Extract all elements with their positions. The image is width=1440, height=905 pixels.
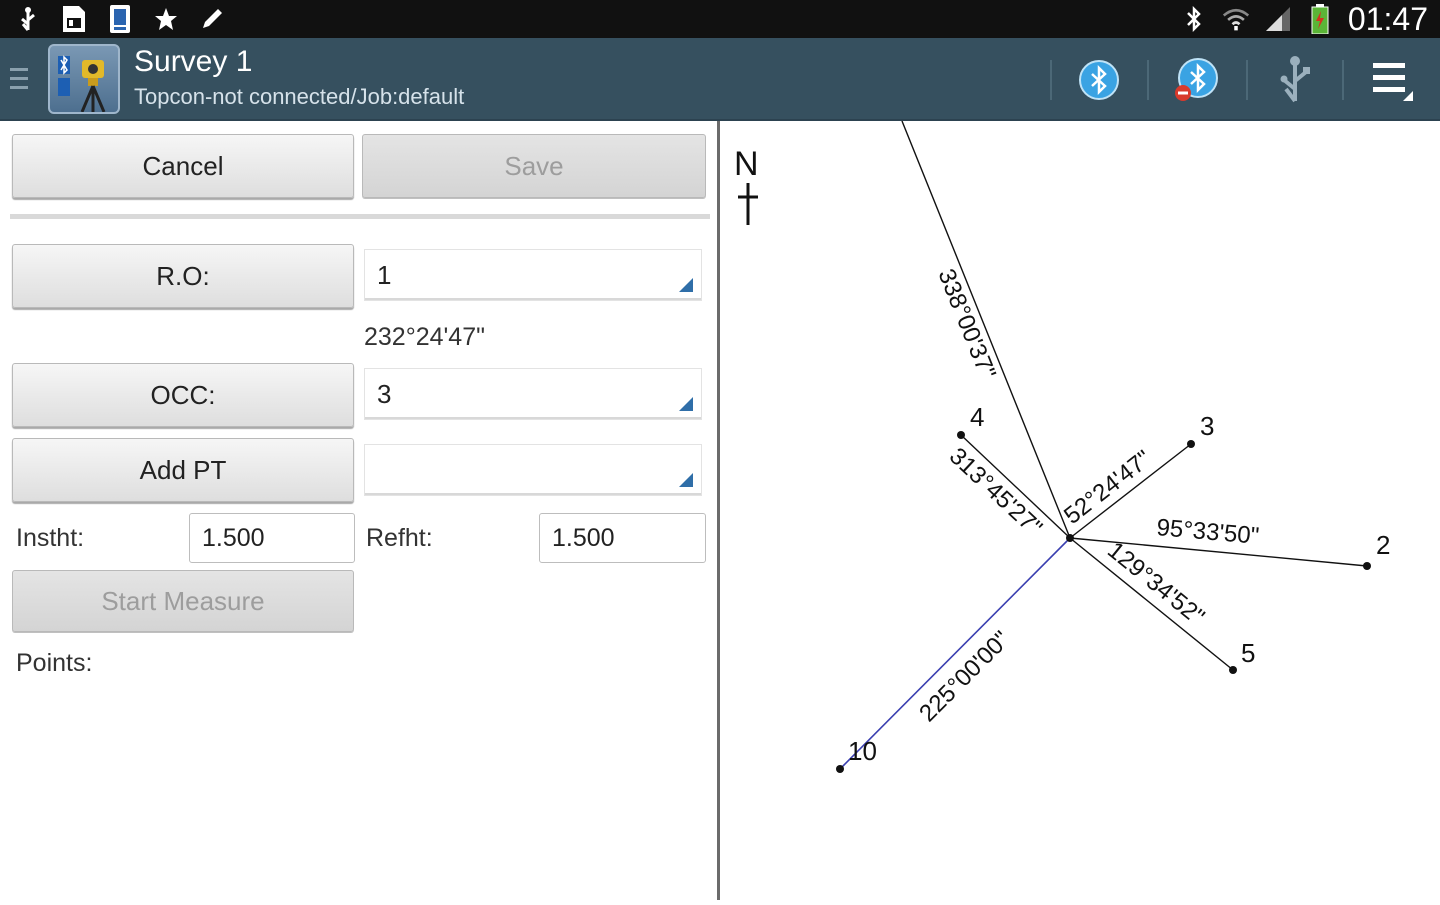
- bluetooth-connect-icon: [1079, 60, 1119, 100]
- instht-input[interactable]: 1.500: [189, 513, 355, 563]
- bluetooth-connect-button[interactable]: [1071, 52, 1127, 108]
- battery-icon: [1306, 4, 1334, 34]
- point-label: 5: [1241, 638, 1255, 668]
- bearing-label: 95°33'50": [1155, 514, 1260, 550]
- add-pt-button[interactable]: Add PT: [12, 438, 354, 502]
- bearing-label: 52°24'47": [1059, 445, 1157, 530]
- point-label: 4: [970, 402, 984, 432]
- dropdown-corner-icon: [679, 278, 693, 292]
- usb-icon: [14, 5, 42, 33]
- cancel-button[interactable]: Cancel: [12, 134, 354, 198]
- instht-label: Instht:: [16, 524, 85, 552]
- bearing-label: 225°00'00": [914, 626, 1015, 727]
- bluetooth-disconnect-icon: [1175, 58, 1218, 101]
- usb-connect-icon: [1280, 56, 1310, 103]
- add-pt-select[interactable]: [364, 444, 702, 496]
- signal-icon: [1264, 5, 1292, 33]
- action-bar: Survey 1 Topcon-not connected/Job:defaul…: [0, 38, 1440, 121]
- overflow-menu-button[interactable]: [1364, 52, 1420, 108]
- ro-point-select[interactable]: 1: [364, 249, 702, 301]
- separator: [1050, 60, 1052, 100]
- star-icon: [152, 5, 180, 33]
- bearing-label: 129°34'52": [1102, 537, 1209, 631]
- bearing-label: 313°45'27": [944, 443, 1047, 542]
- north-arrow-icon: [738, 183, 758, 225]
- status-bar: 01:47: [0, 0, 1440, 38]
- ro-angle: 232°24'47": [364, 323, 485, 351]
- map-point[interactable]: [1363, 562, 1371, 570]
- point-label: 3: [1200, 411, 1214, 441]
- notification-icons: [14, 4, 226, 34]
- divider: [10, 214, 710, 219]
- survey-form: Cancel Save R.O: 1 232°24'47" OCC: 3 Add…: [0, 121, 718, 900]
- map-point[interactable]: [957, 431, 965, 439]
- points-label: Points:: [16, 649, 93, 677]
- connection-status: Topcon-not connected/Job:default: [134, 84, 465, 109]
- app-logo[interactable]: [48, 44, 120, 114]
- ro-line-10: [839, 537, 1071, 770]
- wifi-icon: [1222, 5, 1250, 33]
- ro-button[interactable]: R.O:: [12, 244, 354, 308]
- overflow-menu-icon: [1373, 63, 1413, 101]
- ro-point-value: 1: [377, 259, 392, 290]
- sd-card-icon: [60, 5, 88, 33]
- start-measure-button[interactable]: Start Measure: [12, 570, 354, 632]
- occ-point-select[interactable]: 3: [364, 368, 702, 420]
- point-label: 10: [848, 736, 877, 766]
- refht-label: Refht:: [366, 524, 433, 552]
- survey-map[interactable]: N 4 3 2 5 10 338°00'37" 313°45'27" 52°24…: [720, 120, 1440, 900]
- map-point-center[interactable]: [1066, 534, 1074, 542]
- pencil-icon: [198, 5, 226, 33]
- occ-button[interactable]: OCC:: [12, 363, 354, 427]
- separator: [1342, 60, 1344, 100]
- bluetooth-icon: [1180, 5, 1208, 33]
- bearing-line-5: [1069, 537, 1234, 671]
- map-point[interactable]: [1187, 440, 1195, 448]
- bluetooth-disconnect-button[interactable]: [1168, 52, 1224, 108]
- dropdown-corner-icon: [679, 397, 693, 411]
- refht-input[interactable]: 1.500: [539, 513, 706, 563]
- usb-connect-button[interactable]: [1267, 52, 1323, 108]
- separator: [1147, 60, 1149, 100]
- separator: [1246, 60, 1248, 100]
- north-label: N: [734, 145, 759, 183]
- survey-app-icon: [106, 5, 134, 33]
- system-icons: 01:47: [1180, 0, 1428, 38]
- map-point[interactable]: [836, 765, 844, 773]
- drawer-menu-icon[interactable]: [10, 66, 30, 92]
- point-label: 2: [1376, 530, 1390, 560]
- map-point[interactable]: [1229, 666, 1237, 674]
- dropdown-corner-icon: [679, 473, 693, 487]
- save-button[interactable]: Save: [362, 134, 706, 198]
- clock: 01:47: [1347, 0, 1428, 37]
- page-title: Survey 1: [134, 45, 253, 78]
- occ-point-value: 3: [377, 378, 392, 409]
